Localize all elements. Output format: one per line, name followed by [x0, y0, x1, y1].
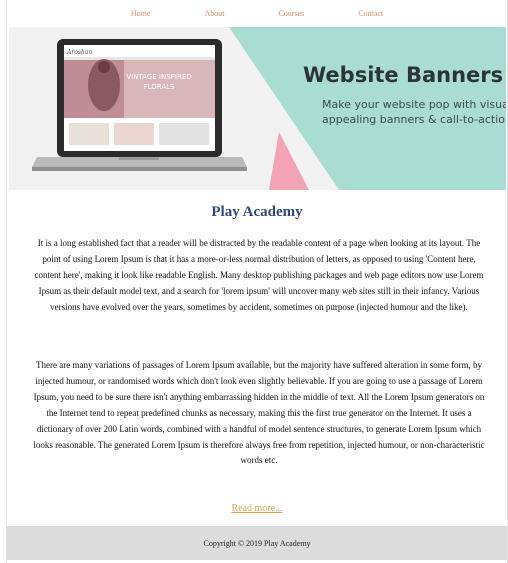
intro-paragraph: It is a long established fact that a rea…	[34, 238, 484, 312]
banner-subtitle-line1: Make your website pop with visually	[322, 98, 506, 111]
banner-title: Website Banners	[303, 63, 503, 87]
nav-link-home[interactable]: Home	[131, 9, 151, 18]
screen-logo: Aroshan	[66, 49, 92, 56]
footer: Copyright © 2019 Play Academy	[7, 526, 507, 560]
hero-banner: Aroshan VINTAGE INSPIRED FLORALS Website…	[9, 27, 506, 190]
copyright-text: Copyright © 2019 Play Academy	[203, 538, 311, 548]
screen-headline-1: VINTAGE INSPIRED	[126, 73, 191, 81]
second-paragraph: There are many variations of passages of…	[33, 360, 485, 466]
nav-link-courses[interactable]: Courses	[278, 9, 304, 18]
nav-link-contact[interactable]: Contact	[358, 9, 383, 18]
top-nav: Home About Courses Contact	[7, 0, 507, 26]
banner-image: Aroshan VINTAGE INSPIRED FLORALS Website…	[9, 27, 506, 190]
banner-subtitle-line2: appealing banners & call-to-actions	[322, 113, 506, 126]
page-title: Play Academy	[211, 204, 303, 220]
read-more-link[interactable]: Read more...	[7, 503, 507, 514]
screen-headline-2: FLORALS	[144, 83, 175, 91]
nav-link-about[interactable]: About	[204, 9, 224, 18]
page-frame: Home About Courses Contact Aroshan VINTA…	[6, 0, 508, 563]
